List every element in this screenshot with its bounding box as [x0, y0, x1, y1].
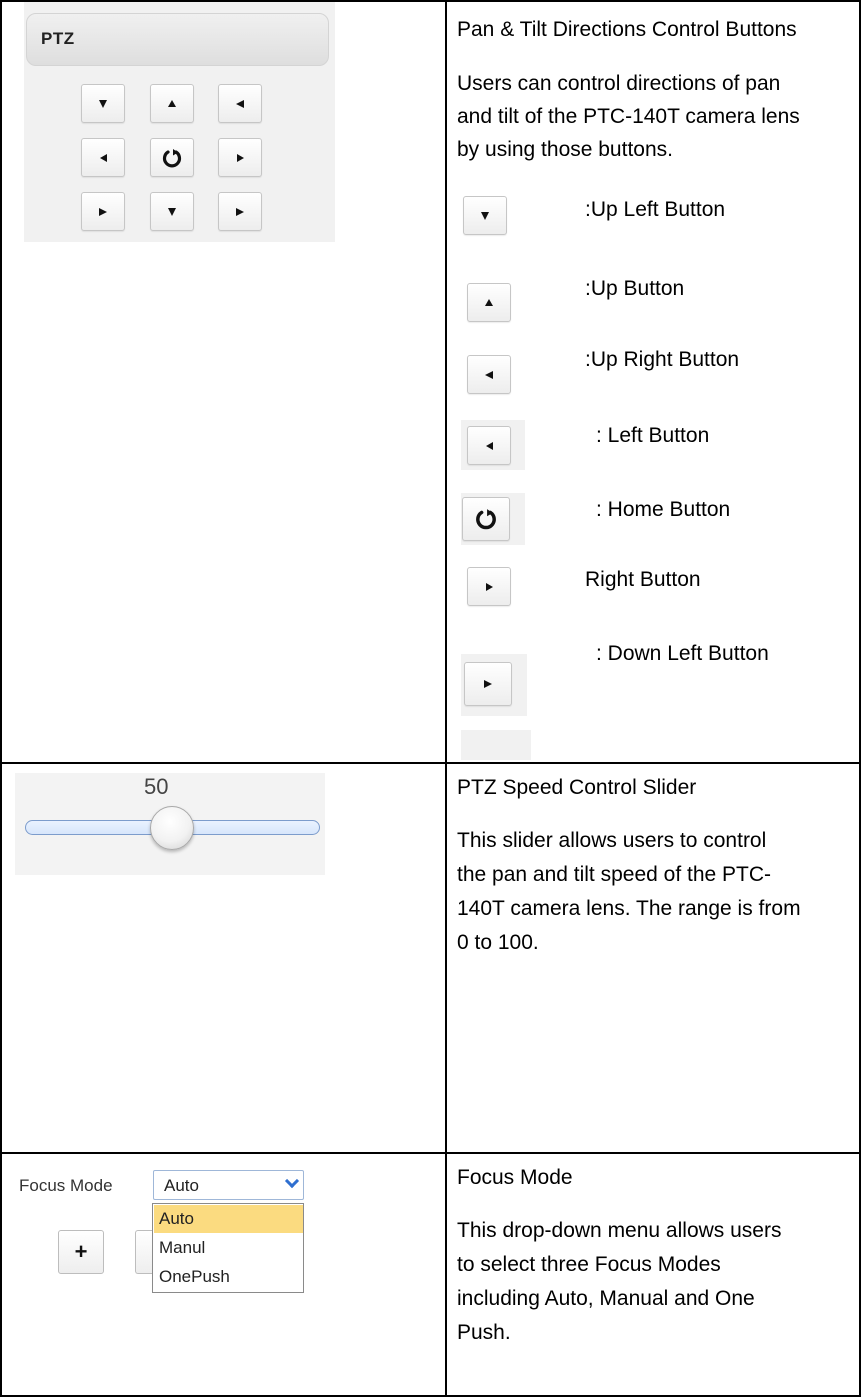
focus-mode-label: Focus Mode	[19, 1176, 113, 1195]
ptz-right-button[interactable]	[218, 138, 262, 177]
focus-desc-line: Push.	[457, 1321, 511, 1344]
ptz-home-button[interactable]	[150, 138, 194, 177]
arrow-up-icon	[485, 299, 493, 306]
ptz-desc-line: and tilt of the PTC-140T camera lens	[457, 105, 800, 128]
legend-home-label: : Home Button	[596, 498, 731, 521]
speed-slider-thumb[interactable]	[150, 806, 194, 850]
legend-up-right-button	[467, 355, 511, 394]
home-reset-icon	[162, 148, 182, 167]
legend-up-label: :Up Button	[585, 277, 685, 300]
arrow-down-left-icon	[484, 680, 492, 688]
ptz-down-right-button[interactable]	[218, 192, 262, 231]
arrow-left-icon	[99, 153, 107, 162]
focus-desc-line: to select three Focus Modes	[457, 1253, 721, 1276]
legend-down-left-label: : Down Left Button	[596, 642, 769, 665]
legend-up-left-label: :Up Left Button	[585, 198, 726, 221]
legend-left-button	[467, 426, 511, 465]
legend-up-left-button	[463, 196, 507, 235]
arrow-down-right-icon	[236, 207, 244, 216]
legend-right-label: Right Button	[585, 568, 701, 591]
ptz-left-button[interactable]	[81, 138, 125, 177]
table-border-row1	[0, 762, 861, 764]
table-border-mid	[445, 0, 447, 1397]
speed-desc-line: 0 to 100.	[457, 931, 539, 954]
speed-slider-value: 50	[144, 774, 169, 799]
arrow-down-left-icon	[99, 207, 107, 216]
arrow-up-left-icon	[99, 99, 107, 108]
speed-desc-line: This slider allows users to control	[457, 829, 767, 852]
speed-desc-line: 140T camera lens. The range is from	[457, 897, 801, 920]
arrow-up-left-icon	[481, 211, 489, 220]
arrow-left-icon	[485, 441, 493, 450]
focus-mode-select[interactable]: Auto	[153, 1170, 304, 1200]
ptz-down-button[interactable]	[150, 192, 194, 231]
focus-desc-line: including Auto, Manual and One	[457, 1287, 755, 1310]
arrow-up-right-icon	[485, 370, 493, 379]
legend-left-label: : Left Button	[596, 424, 710, 447]
ptz-desc-line: by using those buttons.	[457, 138, 673, 161]
focus-mode-dropdown-list: Auto Manul OnePush	[152, 1203, 304, 1293]
ptz-desc-line: Users can control directions of pan	[457, 72, 781, 95]
focus-heading: Focus Mode	[457, 1166, 573, 1189]
ptz-down-left-button[interactable]	[81, 192, 125, 231]
legend-right-button	[467, 567, 511, 606]
legend-down-left-button	[464, 662, 512, 706]
ptz-up-left-button[interactable]	[81, 84, 125, 123]
focus-mode-selected-value: Auto	[164, 1176, 199, 1195]
focus-mode-option-auto[interactable]: Auto	[154, 1205, 303, 1233]
arrow-up-right-icon	[236, 99, 244, 108]
focus-plus-button[interactable]: +	[58, 1230, 104, 1274]
speed-desc-line: the pan and tilt speed of the PTC-	[457, 863, 772, 886]
table-border-left	[0, 0, 2, 1397]
arrow-right-icon	[485, 582, 493, 591]
legend-home-button	[462, 497, 510, 541]
ptz-panel-header: PTZ	[26, 13, 329, 66]
ptz-heading: Pan & Tilt Directions Control Buttons	[457, 18, 797, 41]
legend-up-right-label: :Up Right Button	[585, 348, 740, 371]
home-reset-icon	[476, 509, 496, 530]
ptz-up-right-button[interactable]	[218, 84, 262, 123]
legend-up-button	[467, 283, 511, 322]
table-border-row2	[0, 1152, 861, 1154]
legend-swatch	[461, 730, 531, 760]
arrow-down-icon	[168, 207, 176, 216]
arrow-up-icon	[168, 100, 176, 107]
chevron-down-icon	[284, 1173, 300, 1189]
speed-heading: PTZ Speed Control Slider	[457, 776, 697, 799]
focus-mode-option-manual[interactable]: Manul	[154, 1234, 303, 1262]
arrow-right-icon	[236, 153, 244, 162]
ptz-up-button[interactable]	[150, 84, 194, 123]
focus-mode-option-onepush[interactable]: OnePush	[154, 1263, 303, 1291]
focus-desc-line: This drop-down menu allows users	[457, 1219, 782, 1242]
ptz-panel-title: PTZ	[41, 29, 75, 48]
